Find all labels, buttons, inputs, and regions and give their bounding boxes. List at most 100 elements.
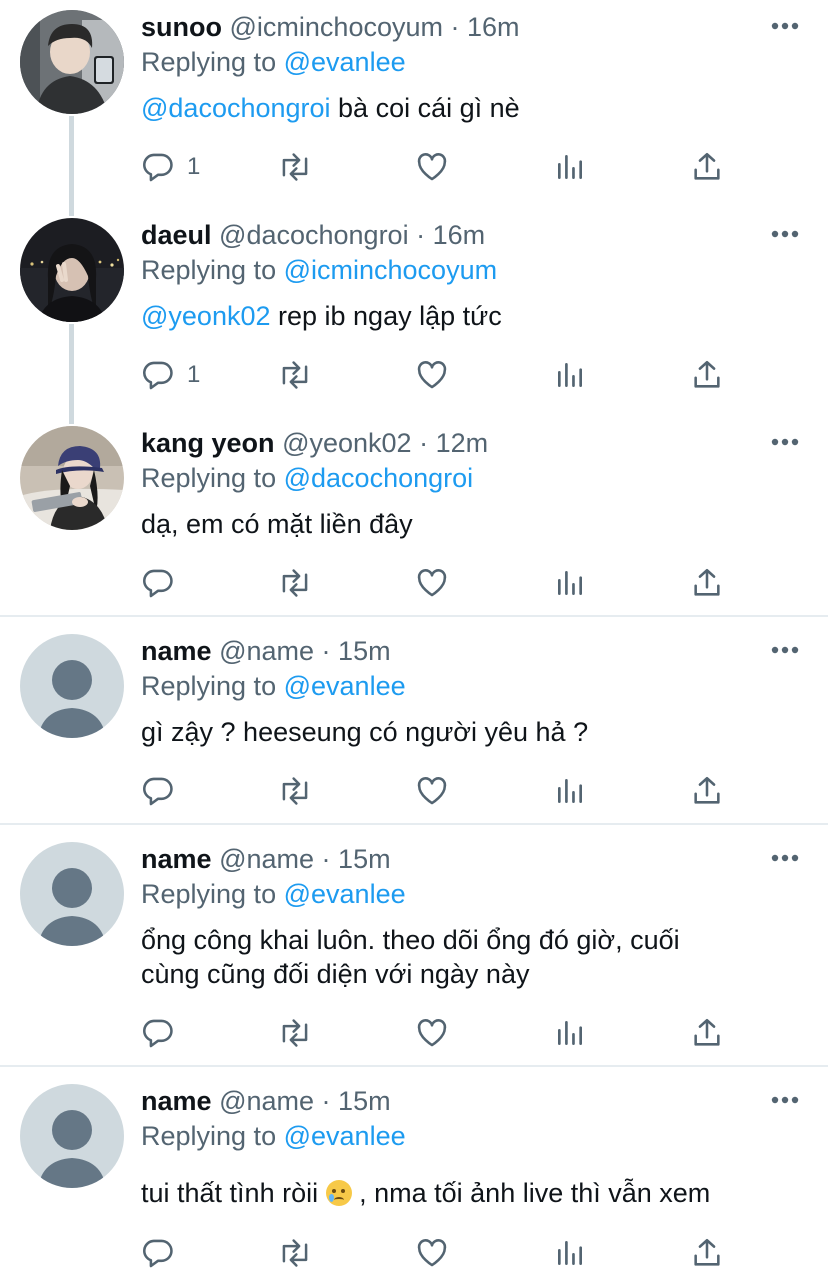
display-name[interactable]: name bbox=[141, 1086, 212, 1116]
user-handle[interactable]: @dacochongroi bbox=[219, 220, 409, 250]
tweet-text: @dacochongroi bà coi cái gì nè bbox=[141, 91, 520, 125]
mention-link[interactable]: @yeonk02 bbox=[141, 301, 271, 331]
separator-dot: · bbox=[321, 636, 331, 666]
replying-to-link[interactable]: @evanlee bbox=[284, 1121, 406, 1151]
tweet[interactable]: sunoo @icminchocoyum · 16m Replying to @… bbox=[0, 0, 828, 210]
more-icon[interactable] bbox=[770, 1095, 800, 1105]
avatar[interactable] bbox=[20, 426, 124, 530]
analytics-button[interactable] bbox=[554, 563, 586, 603]
more-icon[interactable] bbox=[770, 645, 800, 655]
replying-to-link[interactable]: @dacochongroi bbox=[284, 463, 474, 493]
timestamp[interactable]: 15m bbox=[338, 1086, 391, 1116]
heart-icon bbox=[417, 777, 447, 805]
divider bbox=[0, 1065, 828, 1067]
like-button[interactable] bbox=[415, 1233, 449, 1273]
timestamp[interactable]: 15m bbox=[338, 844, 391, 874]
tweet-text-line: cùng cũng đối diện với ngày này bbox=[141, 959, 530, 989]
display-name[interactable]: daeul bbox=[141, 220, 212, 250]
display-name[interactable]: name bbox=[141, 636, 212, 666]
reply-button[interactable] bbox=[141, 563, 175, 603]
more-icon[interactable] bbox=[770, 853, 800, 863]
display-name[interactable]: sunoo bbox=[141, 12, 222, 42]
like-button[interactable] bbox=[415, 147, 449, 187]
timestamp[interactable]: 12m bbox=[436, 428, 489, 458]
reply-button[interactable] bbox=[141, 1013, 175, 1053]
share-button[interactable] bbox=[690, 1013, 724, 1053]
analytics-icon bbox=[558, 363, 582, 387]
share-button[interactable] bbox=[690, 771, 724, 811]
heart-icon bbox=[417, 153, 447, 181]
analytics-button[interactable] bbox=[554, 1233, 586, 1273]
replying-label: Replying to bbox=[141, 1121, 277, 1151]
mention-link[interactable]: @dacochongroi bbox=[141, 93, 331, 123]
retweet-icon bbox=[282, 153, 308, 181]
user-handle[interactable]: @icminchocoyum bbox=[230, 12, 443, 42]
retweet-button[interactable] bbox=[277, 1013, 313, 1053]
user-handle[interactable]: @name bbox=[219, 1086, 314, 1116]
analytics-icon bbox=[558, 779, 582, 803]
tweet-text: @yeonk02 rep ib ngay lập tức bbox=[141, 299, 502, 333]
share-icon bbox=[694, 360, 720, 388]
analytics-button[interactable] bbox=[554, 771, 586, 811]
replying-label: Replying to bbox=[141, 47, 277, 77]
avatar[interactable] bbox=[20, 634, 124, 738]
share-icon bbox=[694, 776, 720, 804]
share-button[interactable] bbox=[690, 147, 724, 187]
tweet[interactable]: kang yeon @yeonk02 · 12m Replying to @da… bbox=[0, 416, 828, 616]
tweet[interactable]: daeul @dacochongroi · 16m Replying to @i… bbox=[0, 208, 828, 416]
like-button[interactable] bbox=[415, 355, 449, 395]
reply-button[interactable] bbox=[141, 771, 175, 811]
more-icon[interactable] bbox=[770, 21, 800, 31]
avatar[interactable] bbox=[20, 1084, 124, 1188]
reply-button[interactable]: 1 bbox=[141, 355, 200, 395]
like-button[interactable] bbox=[415, 563, 449, 603]
tweet[interactable]: name @name · 15m Replying to @evanlee ổn… bbox=[0, 832, 828, 1064]
retweet-button[interactable] bbox=[277, 771, 313, 811]
analytics-button[interactable] bbox=[554, 355, 586, 395]
avatar[interactable] bbox=[20, 10, 124, 114]
tweet[interactable]: name @name · 15m Replying to @evanlee gì… bbox=[0, 624, 828, 824]
timestamp[interactable]: 15m bbox=[338, 636, 391, 666]
replying-to-link[interactable]: @icminchocoyum bbox=[284, 255, 497, 285]
share-icon bbox=[694, 1238, 720, 1266]
heart-icon bbox=[417, 1019, 447, 1047]
analytics-button[interactable] bbox=[554, 147, 586, 187]
user-handle[interactable]: @name bbox=[219, 636, 314, 666]
tweet[interactable]: name @name · 15m Replying to @evanlee tu… bbox=[0, 1074, 828, 1282]
retweet-button[interactable] bbox=[277, 563, 313, 603]
reply-button[interactable] bbox=[141, 1233, 175, 1273]
avatar[interactable] bbox=[20, 842, 124, 946]
retweet-icon bbox=[282, 1239, 308, 1267]
replying-to-link[interactable]: @evanlee bbox=[284, 879, 406, 909]
user-handle[interactable]: @yeonk02 bbox=[282, 428, 412, 458]
analytics-icon bbox=[558, 1021, 582, 1045]
crying-face-emoji bbox=[325, 1180, 352, 1206]
timestamp[interactable]: 16m bbox=[433, 220, 486, 250]
share-button[interactable] bbox=[690, 563, 724, 603]
retweet-button[interactable] bbox=[277, 355, 313, 395]
display-name[interactable]: name bbox=[141, 844, 212, 874]
heart-icon bbox=[417, 361, 447, 389]
share-button[interactable] bbox=[690, 355, 724, 395]
reply-icon bbox=[143, 777, 173, 806]
share-button[interactable] bbox=[690, 1233, 724, 1273]
replying-to-link[interactable]: @evanlee bbox=[284, 47, 406, 77]
like-button[interactable] bbox=[415, 771, 449, 811]
more-icon[interactable] bbox=[770, 437, 800, 447]
avatar[interactable] bbox=[20, 218, 124, 322]
reply-button[interactable]: 1 bbox=[141, 147, 200, 187]
retweet-icon bbox=[282, 1019, 308, 1047]
like-button[interactable] bbox=[415, 1013, 449, 1053]
separator-dot: · bbox=[419, 428, 429, 458]
more-icon[interactable] bbox=[770, 229, 800, 239]
retweet-button[interactable] bbox=[277, 147, 313, 187]
reply-icon bbox=[143, 361, 173, 390]
analytics-button[interactable] bbox=[554, 1013, 586, 1053]
replying-to-link[interactable]: @evanlee bbox=[284, 671, 406, 701]
retweet-icon bbox=[282, 569, 308, 597]
user-handle[interactable]: @name bbox=[219, 844, 314, 874]
timestamp[interactable]: 16m bbox=[467, 12, 520, 42]
reply-icon bbox=[143, 1239, 173, 1268]
retweet-button[interactable] bbox=[277, 1233, 313, 1273]
display-name[interactable]: kang yeon bbox=[141, 428, 275, 458]
